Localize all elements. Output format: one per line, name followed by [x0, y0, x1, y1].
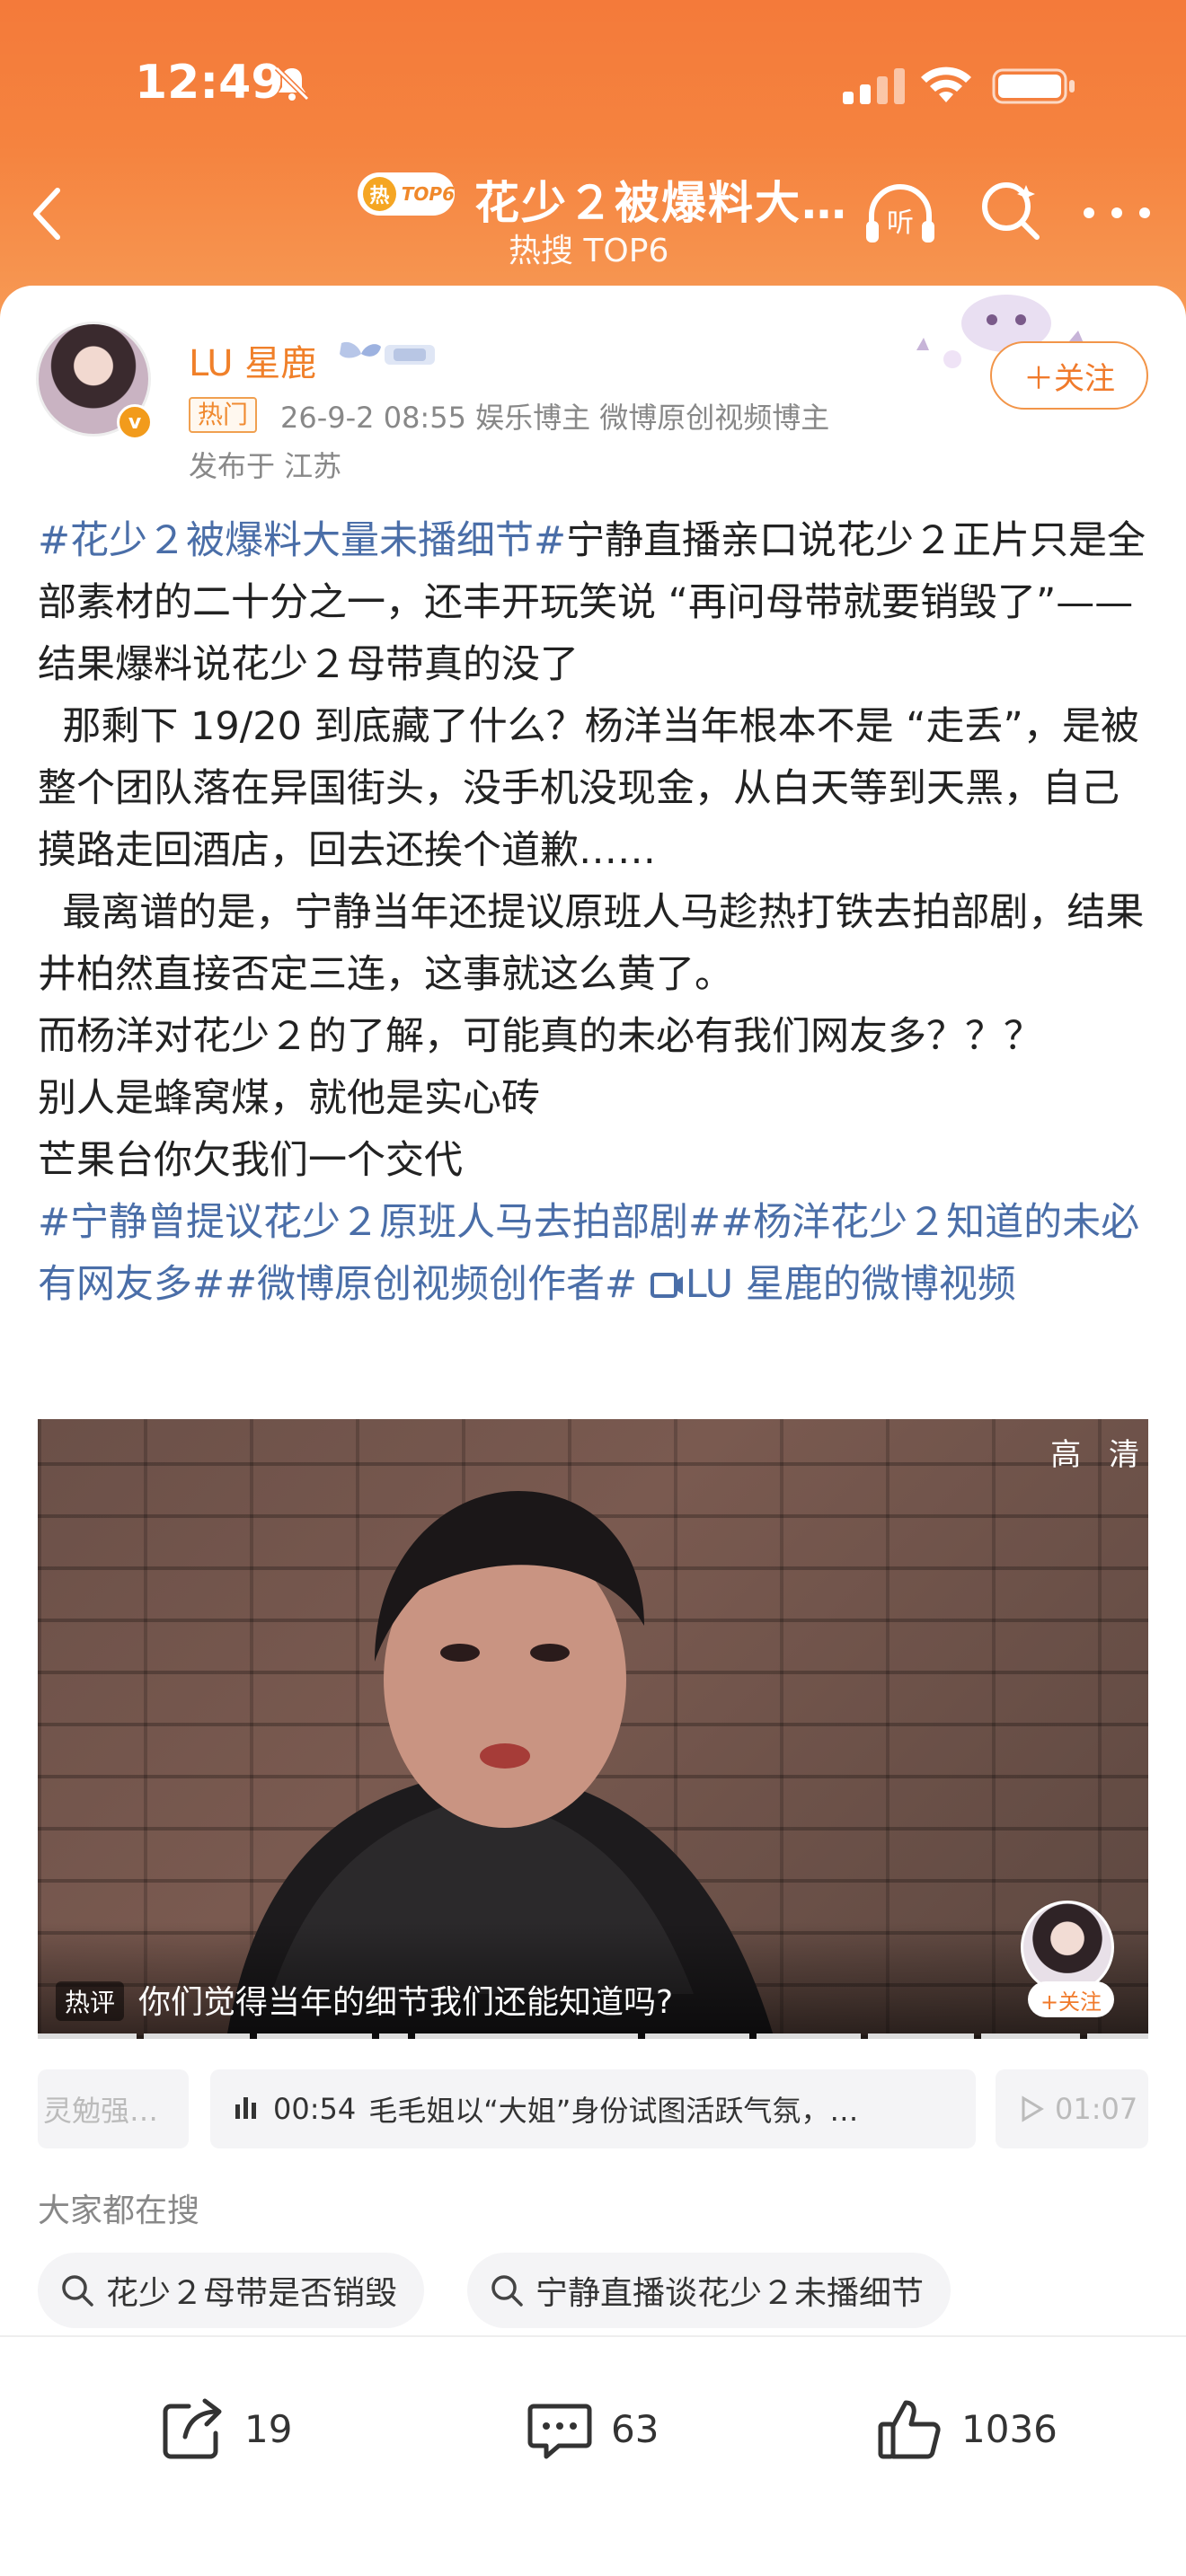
hot-rank-badge: 热 TOP6	[358, 172, 455, 216]
chapter-text: 毛毛姐以“大姐”身份试图活跃气氛，…	[368, 2094, 859, 2128]
hot-tag: 热门	[189, 397, 258, 433]
play-icon	[1022, 2095, 1044, 2122]
post-paragraph: 那剩下 19/20 到底藏了什么？杨洋当年根本不是 “走丢”，是被整个团队落在异…	[38, 696, 1152, 882]
paragraph-text: 最离谱的是，宁静当年还提议原班人马趁热打铁去拍部剧，结果井柏然直接否定三连，这事…	[38, 890, 1145, 997]
hot-badge-rank: TOP6	[401, 183, 455, 205]
back-icon[interactable]	[29, 185, 65, 243]
nav-title[interactable]: 花少２被爆料大…	[474, 167, 848, 232]
battery-icon	[992, 68, 1075, 104]
video-player[interactable]: 高 清 热评 你们觉得当年的细节我们还能知道吗? +关注	[38, 1419, 1148, 2039]
nav-subtitle: 热搜 TOP6	[509, 233, 669, 269]
search-icon[interactable]	[978, 178, 1042, 243]
divider	[0, 2335, 1186, 2337]
paragraph-text: 而杨洋对花少２的了解，可能真的未必有我们网友多？？？	[38, 1014, 1042, 1059]
like-button[interactable]: 1036	[875, 2391, 1058, 2466]
post-paragraph: 别人是蜂窝煤，就他是实心砖	[38, 1068, 1152, 1130]
search-chip[interactable]: 宁静直播谈花少２未播细节	[467, 2253, 951, 2328]
progress-segment	[257, 2033, 372, 2039]
hashtag-link[interactable]: #微博原创视频创作者#	[225, 1262, 637, 1307]
wifi-icon	[921, 66, 971, 102]
comment-icon	[527, 2404, 592, 2459]
video-link-icon	[650, 1273, 683, 1298]
search-section-title: 大家都在搜	[38, 2192, 200, 2229]
post-text: #花少２被爆料大量未播细节#宁静直播亲口说花少２正片只是全部素材的二十分之一，还…	[38, 510, 1152, 1316]
progress-segment	[415, 2033, 638, 2039]
chapter-item[interactable]: 01:07	[996, 2069, 1148, 2148]
thumbs-up-icon	[878, 2400, 941, 2459]
status-time: 12:49	[135, 56, 284, 110]
paragraph-text: 别人是蜂窝煤，就他是实心砖	[38, 1076, 540, 1121]
hashtag-link[interactable]: #花少２被爆料大量未播细节#	[38, 518, 566, 563]
comment-button[interactable]: 63	[525, 2391, 659, 2466]
progress-segment	[868, 2033, 974, 2039]
comment-count: 63	[611, 2406, 659, 2451]
follow-button[interactable]: ＋关注	[990, 341, 1148, 410]
search-icon	[491, 2275, 523, 2307]
listen-label: 听	[887, 207, 914, 239]
repost-button[interactable]: 19	[158, 2391, 292, 2466]
progress-segment	[645, 2033, 749, 2039]
repost-count: 19	[244, 2406, 293, 2451]
progress-segment	[1087, 2033, 1148, 2039]
verified-badge-icon: v	[117, 404, 153, 440]
like-count: 1036	[961, 2406, 1058, 2451]
post-paragraph: 最离谱的是，宁静当年还提议原班人马趁热打铁去拍部剧，结果井柏然直接否定三连，这事…	[38, 882, 1152, 1006]
post-card: v LU 星鹿 热门 26-9-2 08:55 娱乐博主 微博原创视频博主 发布…	[0, 286, 1186, 2576]
progress-segment	[757, 2033, 861, 2039]
creator-avatar[interactable]	[1021, 1901, 1114, 1994]
hot-comment-badge: 热评	[56, 1981, 125, 2021]
post-tags-line: #宁静曾提议花少２原班人马去拍部剧##杨洋花少２知道的未必有网友多##微博原创视…	[38, 1192, 1152, 1316]
member-medal-icon	[340, 341, 435, 365]
search-chip[interactable]: 花少２母带是否销毁	[38, 2253, 425, 2328]
paragraph-text: 那剩下 19/20 到底藏了什么？杨洋当年根本不是 “走丢”，是被整个团队落在异…	[38, 704, 1139, 873]
header: 12:49 热 TOP6 花少２被爆料大… 热搜 TOP6 听	[0, 0, 1186, 323]
video-link-text: LU 星鹿的微博视频	[685, 1262, 1016, 1307]
search-chip-label: 宁静直播谈花少２未播细节	[535, 2275, 925, 2312]
progress-segment	[144, 2033, 250, 2039]
search-icon	[62, 2275, 93, 2307]
chapter-time: 00:54	[273, 2092, 357, 2126]
creator-follow-button[interactable]: +关注	[1028, 1981, 1114, 2017]
author-name[interactable]: LU 星鹿	[189, 334, 316, 386]
repost-icon	[163, 2398, 222, 2459]
search-chip-label: 花少２母带是否销毁	[106, 2275, 398, 2312]
chapter-item[interactable]: 灵勉强…	[38, 2069, 189, 2148]
hashtag-link[interactable]: #宁静曾提议花少２原班人马去拍部剧#	[38, 1200, 721, 1245]
chapter-item[interactable]: 00:54 毛毛姐以“大姐”身份试图活跃气氛，…	[210, 2069, 976, 2148]
chapter-time: 01:07	[1055, 2092, 1138, 2126]
progress-segment	[981, 2033, 1080, 2039]
post-paragraph: 芒果台你欠我们一个交代	[38, 1130, 1152, 1192]
signal-icon	[843, 68, 905, 104]
listen-headphones-icon[interactable]: 听	[863, 180, 938, 248]
audio-bars-icon	[235, 2097, 256, 2119]
more-options-icon[interactable]	[1084, 192, 1150, 234]
chapter-text: 灵勉强…	[43, 2094, 159, 2128]
hot-badge-glyph: 热	[363, 177, 396, 211]
progress-segment	[38, 2033, 137, 2039]
bell-off-icon	[274, 66, 310, 101]
post-location: 发布于 江苏	[189, 449, 342, 483]
video-link[interactable]: LU 星鹿的微博视频	[650, 1262, 1016, 1307]
post-meta: 26-9-2 08:55 娱乐博主 微博原创视频博主	[280, 401, 830, 435]
post-paragraph: 而杨洋对花少２的了解，可能真的未必有我们网友多？？？	[38, 1006, 1152, 1068]
hot-comment-text: 你们觉得当年的细节我们还能知道吗?	[138, 1984, 674, 2021]
paragraph-text: 芒果台你欠我们一个交代	[38, 1138, 463, 1183]
video-quality-label[interactable]: 高 清	[1050, 1430, 1148, 1474]
post-paragraph: #花少２被爆料大量未播细节#宁静直播亲口说花少２正片只是全部素材的二十分之一，还…	[38, 510, 1152, 696]
progress-segment	[379, 2033, 408, 2039]
